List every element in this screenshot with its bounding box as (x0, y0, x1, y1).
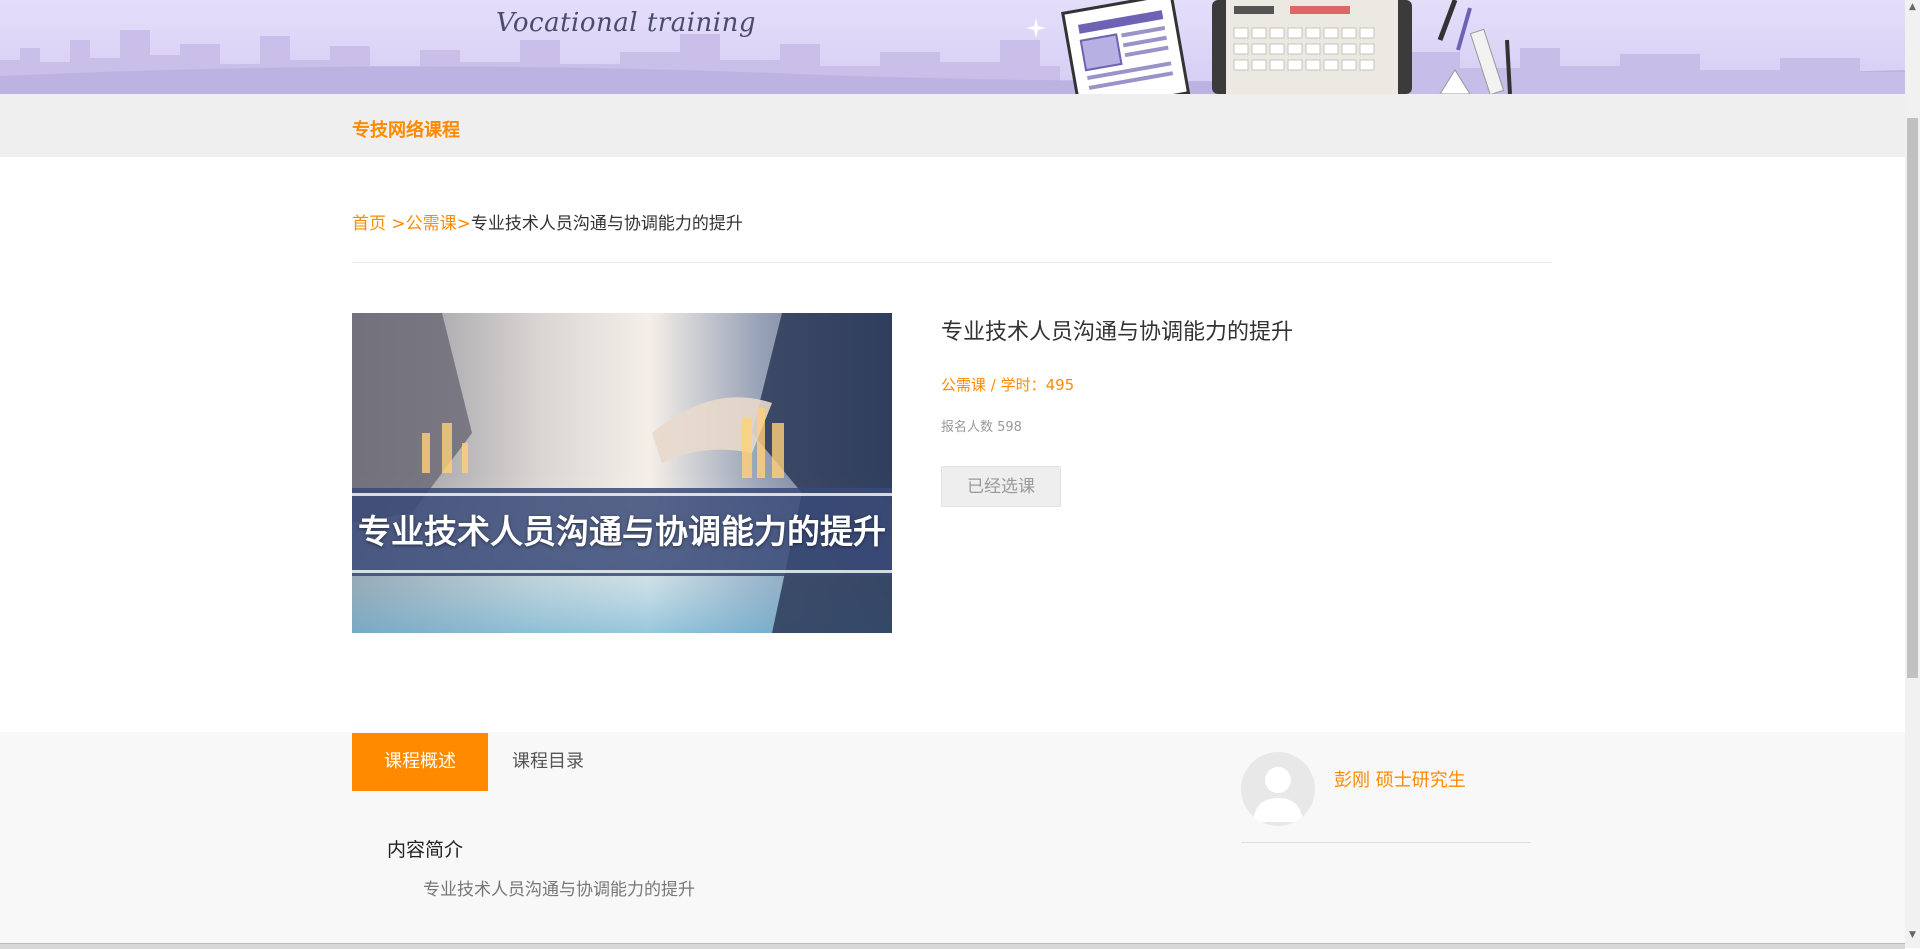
breadcrumb-home-link[interactable]: 首页 (352, 214, 386, 234)
bottom-edge-strip (0, 943, 1905, 949)
user-silhouette-icon (1241, 752, 1315, 826)
overview-heading: 内容简介 (387, 839, 464, 861)
banner-illustration (0, 0, 1905, 94)
scroll-down-arrow-icon[interactable]: ▼ (1905, 928, 1920, 943)
nav-bar: 专技网络课程 (0, 94, 1905, 157)
enrolled-button[interactable]: 已经选课 (941, 466, 1061, 507)
cover-title-text: 专业技术人员沟通与协调能力的提升 (358, 512, 886, 551)
course-title: 专业技术人员沟通与协调能力的提升 (941, 320, 1294, 345)
breadcrumb-divider (352, 262, 1552, 263)
tab-course-catalog[interactable]: 课程目录 (512, 733, 584, 791)
breadcrumb: 首页 >公需课>专业技术人员沟通与协调能力的提升 (352, 209, 743, 234)
enroll-count: 报名人数 598 (941, 420, 1022, 435)
breadcrumb-current: 专业技术人员沟通与协调能力的提升 (470, 214, 743, 234)
nav-link-online-courses[interactable]: 专技网络课程 (352, 116, 460, 142)
course-detail-section (0, 732, 1905, 948)
header-banner: Vocational training (0, 0, 1905, 94)
overview-body: 专业技术人员沟通与协调能力的提升 (423, 880, 695, 900)
scroll-up-arrow-icon[interactable]: ▲ (1905, 0, 1920, 15)
course-cover-image: 专业技术人员沟通与协调能力的提升 (352, 313, 892, 633)
teacher-divider (1241, 842, 1531, 843)
teacher-name-link[interactable]: 彭刚 硕士研究生 (1334, 766, 1466, 792)
scrollbar-thumb[interactable] (1907, 118, 1918, 678)
course-meta: 公需课 / 学时：495 (941, 376, 1075, 394)
cover-illustration (352, 313, 892, 633)
tab-course-overview[interactable]: 课程概述 (352, 733, 488, 791)
banner-subtitle: Vocational training (496, 8, 756, 38)
breadcrumb-category-link[interactable]: 公需课 (406, 214, 457, 234)
breadcrumb-separator: > (456, 214, 471, 234)
breadcrumb-separator: > (386, 214, 406, 234)
